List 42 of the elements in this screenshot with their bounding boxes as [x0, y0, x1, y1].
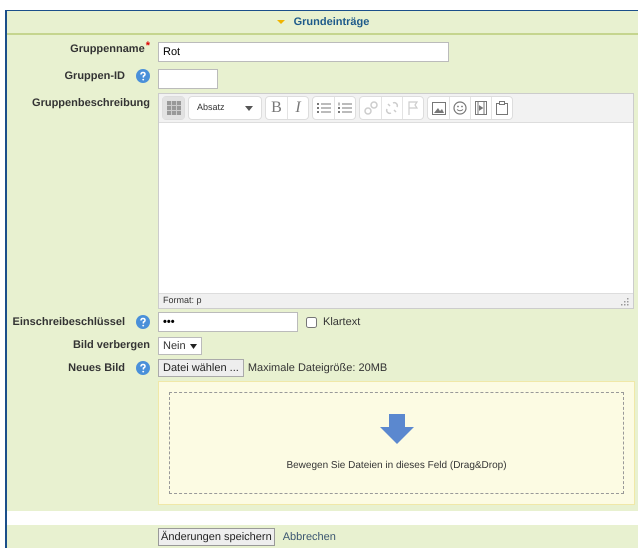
text-field[interactable]	[158, 69, 218, 89]
file-size-note: Maximale Dateigröße: 20MB	[248, 360, 388, 376]
bullet-list-icon	[316, 102, 330, 114]
help-icon	[136, 315, 150, 329]
help-icon	[136, 69, 150, 83]
save-button[interactable]: Änderungen speichern	[158, 528, 275, 546]
caret-icon	[190, 344, 197, 348]
field-label: Einschreibeschlüssel	[12, 314, 125, 330]
editor-status: Format: p	[163, 294, 202, 308]
flag-icon	[407, 101, 419, 115]
password-field[interactable]: •••	[158, 312, 298, 332]
section-heading[interactable]: Grundeinträge	[294, 14, 370, 30]
down-arrow-icon	[380, 414, 414, 444]
field-label: Gruppenbeschreibung	[32, 96, 150, 111]
cancel-link[interactable]: Abbrechen	[282, 528, 336, 546]
klartext-checkbox[interactable]	[306, 316, 317, 328]
clipboard-icon	[496, 101, 508, 115]
field-label: Gruppen-ID	[64, 68, 125, 84]
smiley-icon	[453, 101, 467, 115]
format-dropdown[interactable]: Absatz	[189, 97, 261, 119]
required-mark: *	[146, 40, 150, 52]
checkbox-label: Klartext	[323, 314, 360, 330]
text-field[interactable]: Rot	[158, 42, 449, 62]
field-label: Bild verbergen	[72, 338, 150, 353]
choose-file-button[interactable]: Datei wählen ...	[158, 359, 244, 377]
field-label: Neues Bild	[68, 360, 125, 376]
numbered-list-icon	[338, 102, 352, 114]
select-field[interactable]: Nein	[158, 337, 202, 355]
italic-button[interactable]: I	[287, 97, 308, 119]
grid-icon	[166, 101, 180, 115]
help-icon	[136, 361, 150, 375]
drop-zone[interactable]: Bewegen Sie Dateien in dieses Feld (Drag&Drop)	[158, 381, 635, 505]
bold-button[interactable]: B	[266, 97, 287, 119]
resize-grip-icon	[620, 296, 629, 306]
drop-hint: Bewegen Sie Dateien in dieses Feld (Drag&Drop)	[286, 458, 507, 472]
film-icon	[475, 101, 487, 115]
image-icon	[432, 102, 446, 114]
field-label: Gruppenname*	[70, 40, 150, 57]
numbered-list-button[interactable]	[334, 97, 355, 119]
broken-chain-icon	[385, 101, 399, 115]
caret-icon	[245, 106, 253, 110]
chain-icon	[364, 101, 378, 115]
